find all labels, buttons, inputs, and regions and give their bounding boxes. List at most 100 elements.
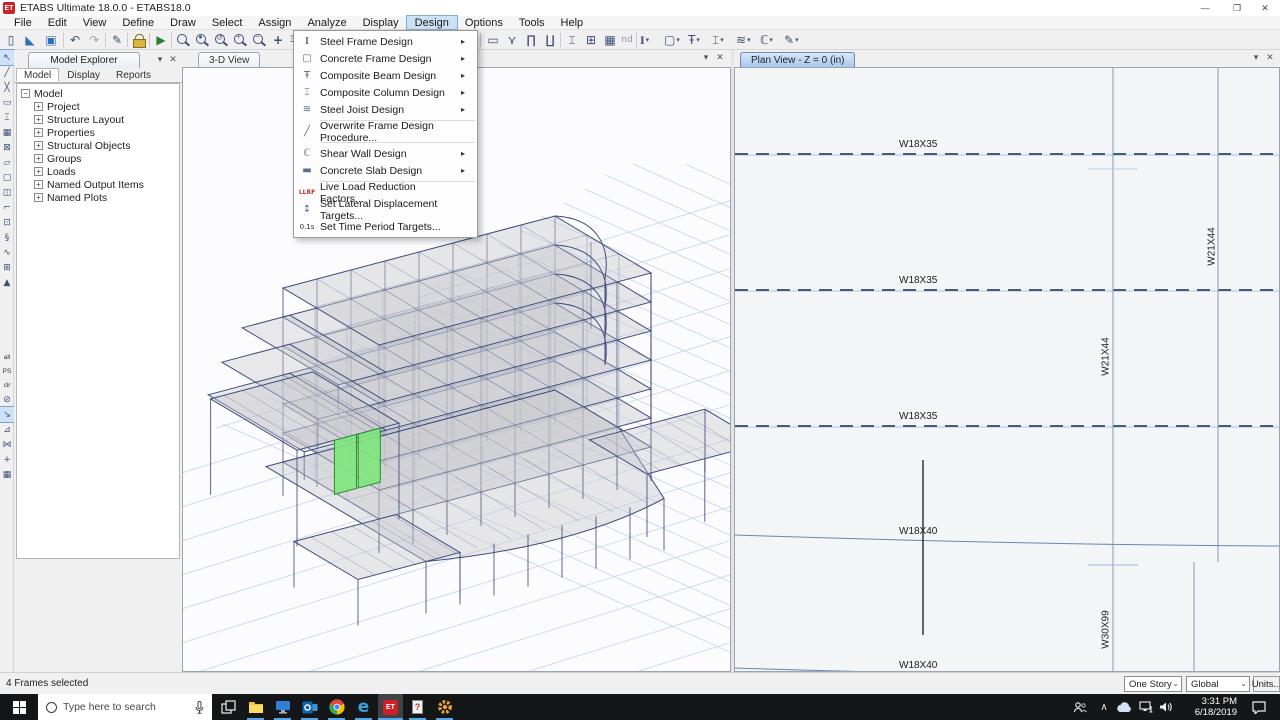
concrete-frame-design-button[interactable]: ▢▾	[664, 31, 680, 49]
draw-link-icon[interactable]: §	[0, 230, 14, 245]
tree-node-groups[interactable]: +Groups	[21, 152, 179, 165]
frame-props-icon[interactable]: ∏	[522, 31, 540, 49]
select-all-button[interactable]: all	[0, 350, 14, 364]
open-model-icon[interactable]: ◣	[21, 31, 39, 49]
select-rect-icon[interactable]: ▭	[484, 31, 502, 49]
draw-rect-floor-icon[interactable]: ▢	[0, 170, 14, 185]
network-icon[interactable]	[1136, 694, 1156, 720]
gear-icon[interactable]	[432, 694, 457, 720]
panel-close-icon[interactable]: ✕	[167, 54, 179, 65]
menu-item-overwrite-frame-design-procedure[interactable]: ╱ Overwrite Frame Design Procedure...	[294, 123, 477, 140]
expand-icon[interactable]: +	[34, 167, 43, 176]
panel-close-icon[interactable]: ✕	[1264, 52, 1276, 63]
draw-grid-icon[interactable]: ⊞	[0, 260, 14, 275]
save-model-icon[interactable]: ▣	[42, 31, 60, 49]
start-button[interactable]	[0, 694, 38, 720]
menu-file[interactable]: File	[6, 16, 40, 29]
collapse-icon[interactable]: −	[21, 89, 30, 98]
undo-icon[interactable]: ↶	[66, 31, 84, 49]
tab-plan-view[interactable]: Plan View - Z = 0 (in)	[740, 52, 855, 67]
action-center-icon[interactable]	[1244, 694, 1274, 720]
draw-dimension-icon[interactable]: ∿	[0, 245, 14, 260]
help-doc-icon[interactable]: ?	[405, 694, 430, 720]
units-button[interactable]: Units...	[1253, 676, 1280, 692]
reshape-icon[interactable]: ╱	[0, 65, 14, 80]
menu-item-concrete-slab-design[interactable]: ▬ Concrete Slab Design ▸	[294, 162, 477, 179]
model-explorer-title[interactable]: Model Explorer	[28, 52, 140, 68]
tray-expand-icon[interactable]: ∧	[1094, 694, 1114, 720]
expand-icon[interactable]: +	[34, 102, 43, 111]
tab-3d-view[interactable]: 3-D View	[198, 52, 260, 67]
panel-menu-icon[interactable]: ▾	[700, 52, 712, 63]
pan-icon[interactable]: +	[269, 31, 287, 49]
zoom-in-icon[interactable]: +	[231, 33, 249, 49]
onedrive-cloud-icon[interactable]	[1114, 694, 1134, 720]
volume-icon[interactable]	[1156, 694, 1176, 720]
clear-selection-button[interactable]: clr	[0, 378, 14, 392]
tree-node-structure-layout[interactable]: +Structure Layout	[21, 113, 179, 126]
deselect-icon[interactable]: ⊘	[0, 392, 14, 407]
outlook-icon[interactable]	[297, 694, 322, 720]
mesh-icon[interactable]: ⊞	[582, 31, 600, 49]
tray-clock[interactable]: 3:31 PM 6/18/2019	[1175, 696, 1237, 719]
menu-assign[interactable]: Assign	[250, 16, 299, 29]
maximize-icon[interactable]: ❐	[1222, 0, 1252, 16]
menu-view[interactable]: View	[75, 16, 115, 29]
edge-icon[interactable]: e	[351, 694, 376, 720]
menu-item-composite-column-design[interactable]: ⌶ Composite Column Design ▸	[294, 84, 477, 101]
menu-draw[interactable]: Draw	[162, 16, 204, 29]
snap-intersection-icon[interactable]: ↘	[0, 407, 14, 422]
expand-icon[interactable]: +	[34, 141, 43, 150]
composite-column-design-button[interactable]: ⌶▾	[712, 31, 724, 49]
tab-reports[interactable]: Reports	[108, 68, 159, 82]
menu-display[interactable]: Display	[355, 16, 407, 29]
frame-assign-icon[interactable]: ⌶	[563, 31, 581, 49]
tree-node-model[interactable]: − Model	[21, 87, 179, 100]
coord-system-selector[interactable]: Global ⌄	[1186, 676, 1250, 692]
rubber-band-zoom-icon[interactable]	[174, 33, 192, 49]
snap-line-icon[interactable]: +	[0, 452, 14, 467]
plan-view-canvas[interactable]: W18X35 W18X35 W18X35 W18X40 W18X40 W21X4…	[734, 67, 1280, 672]
expand-icon[interactable]: +	[34, 180, 43, 189]
panel-menu-icon[interactable]: ▾	[154, 54, 166, 65]
expand-icon[interactable]: +	[34, 128, 43, 137]
menu-item-steel-joist-design[interactable]: ≋ Steel Joist Design ▸	[294, 101, 477, 118]
expand-icon[interactable]: +	[34, 193, 43, 202]
story-selector[interactable]: One Story ⌄	[1124, 676, 1182, 692]
restore-full-view-icon[interactable]: ●	[193, 33, 211, 49]
tree-node-structural-objects[interactable]: +Structural Objects	[21, 139, 179, 152]
draw-beam-icon[interactable]: ⌶	[0, 110, 14, 125]
menu-analyze[interactable]: Analyze	[299, 16, 354, 29]
tree-node-properties[interactable]: +Properties	[21, 126, 179, 139]
people-icon[interactable]	[1070, 694, 1090, 720]
menu-item-composite-beam-design[interactable]: Ŧ Composite Beam Design ▸	[294, 67, 477, 84]
draw-line-icon[interactable]: ╳	[0, 80, 14, 95]
menu-item-steel-frame-design[interactable]: I Steel Frame Design ▸	[294, 33, 477, 50]
intersecting-line-icon[interactable]: ⋎	[503, 31, 521, 49]
expand-icon[interactable]: +	[34, 115, 43, 124]
chrome-icon[interactable]	[324, 694, 349, 720]
menu-select[interactable]: Select	[204, 16, 251, 29]
draw-braces-icon[interactable]: ⊠	[0, 140, 14, 155]
draw-tower-icon[interactable]: ▲	[0, 275, 14, 290]
tree-node-project[interactable]: +Project	[21, 100, 179, 113]
menu-item-concrete-frame-design[interactable]: ▢ Concrete Frame Design ▸	[294, 50, 477, 67]
task-view-icon[interactable]	[216, 694, 241, 720]
snap-midpoint-icon[interactable]: ⊿	[0, 422, 14, 437]
new-model-icon[interactable]: ▯	[2, 31, 20, 49]
draw-floor-icon[interactable]: ▱	[0, 155, 14, 170]
menu-item-set-time-period-targets[interactable]: 0.1s Set Time Period Targets...	[294, 218, 477, 235]
panel-close-icon[interactable]: ✕	[714, 52, 726, 63]
concrete-slab-design-button[interactable]: ✎▾	[784, 31, 799, 49]
draw-frame-icon[interactable]: ▭	[0, 95, 14, 110]
steel-frame-design-button[interactable]: I▾	[640, 31, 649, 49]
menu-options[interactable]: Options	[457, 16, 511, 29]
zoom-out-icon[interactable]: −	[250, 33, 268, 49]
shear-wall-design-button[interactable]: ℂ▾	[760, 31, 773, 49]
menu-edit[interactable]: Edit	[40, 16, 75, 29]
joint-assign-icon[interactable]: ∐	[541, 31, 559, 49]
draw-wall-stack-icon[interactable]: ⌐	[0, 200, 14, 215]
expand-icon[interactable]: +	[34, 154, 43, 163]
tab-model[interactable]: Model	[16, 68, 59, 82]
draw-wall-icon[interactable]: ◫	[0, 185, 14, 200]
